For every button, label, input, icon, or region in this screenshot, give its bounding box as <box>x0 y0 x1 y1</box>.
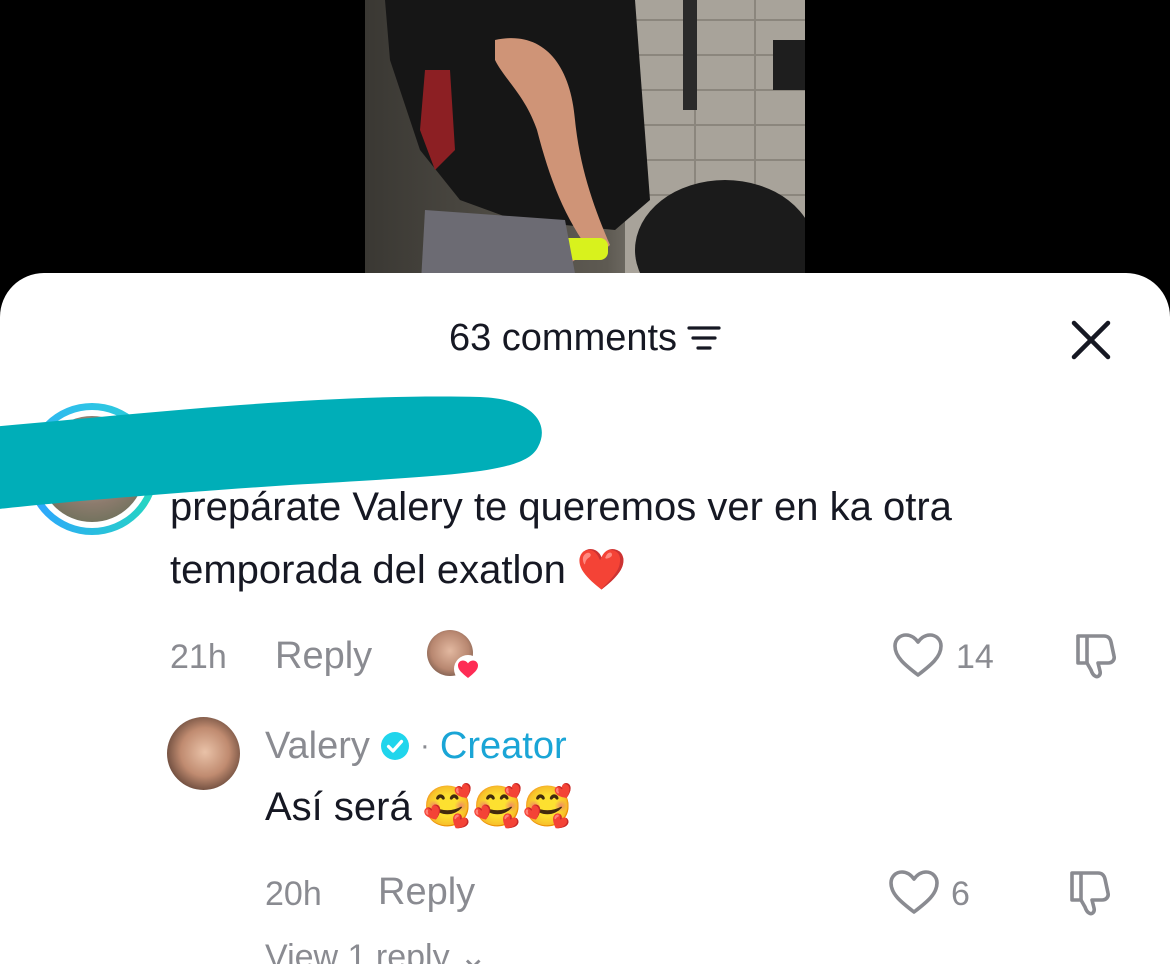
separator-dot: · <box>419 729 430 762</box>
view-replies-link[interactable]: View 1 reply ⌄ <box>265 937 488 964</box>
comment-time: 21h <box>170 638 227 676</box>
creator-badge: Creator <box>439 724 567 767</box>
like-heart-icon[interactable] <box>891 631 945 679</box>
reply-reply-button[interactable]: Reply <box>378 871 475 914</box>
comments-count: 63 comments <box>448 316 678 359</box>
video-still <box>385 0 805 300</box>
comments-sheet: 63 comments prepárate Valery te queremos… <box>0 273 1170 964</box>
sort-lines-icon[interactable] <box>687 323 721 353</box>
comment-text: prepárate Valery te queremos ver en ka o… <box>170 485 952 592</box>
liked-by-creator-badge <box>427 630 483 686</box>
screen: 63 comments prepárate Valery te queremos… <box>0 0 1170 964</box>
close-icon[interactable] <box>1064 313 1118 367</box>
comments-title[interactable]: 63 comments <box>0 311 1170 363</box>
reply-author-row: Valery · Creator <box>265 721 567 771</box>
heart-icon <box>454 655 482 683</box>
reply-button[interactable]: Reply <box>275 635 372 678</box>
like-count: 14 <box>956 638 994 676</box>
dislike-icon[interactable] <box>1070 628 1124 682</box>
reply-like-heart-icon[interactable] <box>887 868 941 916</box>
video-player[interactable] <box>0 0 1170 300</box>
reply-like-count: 6 <box>951 875 970 913</box>
sheet-header: 63 comments <box>0 311 1170 367</box>
reply-dislike-icon[interactable] <box>1064 865 1118 919</box>
verified-badge-icon <box>380 732 409 760</box>
reply-time: 20h <box>265 875 322 913</box>
reply-author-name[interactable]: Valery <box>265 725 370 768</box>
reply-text: Así será 🥰🥰🥰 <box>265 785 573 829</box>
creator-avatar[interactable] <box>167 717 240 790</box>
video-frame[interactable] <box>365 0 805 300</box>
